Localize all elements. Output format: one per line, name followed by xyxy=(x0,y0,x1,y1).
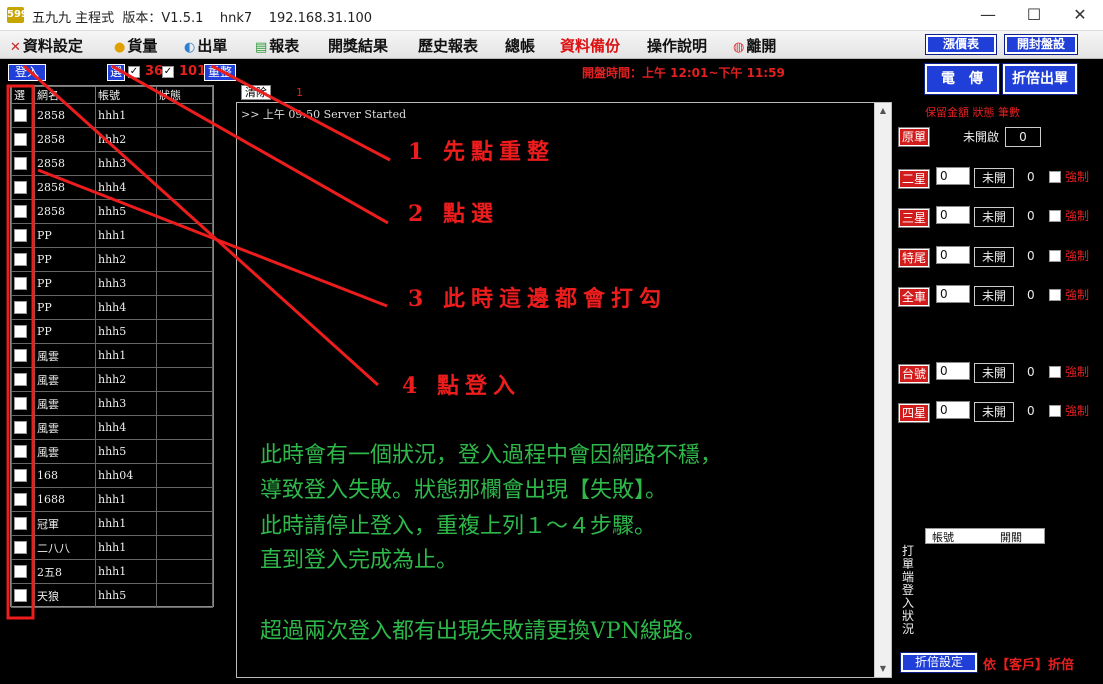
category-count: 0 xyxy=(1027,404,1035,418)
annotation-step4: 4 點登入 xyxy=(402,373,521,399)
note-line-2: 導致登入失敗。狀態那欄會出現【失敗】。 xyxy=(260,478,668,503)
mini-col-switch: 開關 xyxy=(1000,531,1022,544)
category-status: 未開 xyxy=(974,402,1014,422)
force-label: 強制 xyxy=(1065,404,1090,418)
category-count: 0 xyxy=(1027,365,1035,379)
category-amount-input[interactable]: 0 xyxy=(936,285,970,303)
annotation-step3: 3 此時這邊都會打勾 xyxy=(408,286,667,312)
category-count: 0 xyxy=(1027,209,1035,223)
transmit-button[interactable]: 電 傳 xyxy=(924,63,1000,95)
force-checkbox[interactable] xyxy=(1049,250,1061,262)
category-status: 未開 xyxy=(974,286,1014,306)
arrow-step2 xyxy=(111,64,389,225)
force-checkbox[interactable] xyxy=(1049,289,1061,301)
vertical-login-status-label: 打單端登入狀況 xyxy=(902,544,915,636)
pending-value: 0 xyxy=(1005,127,1041,147)
force-label: 強制 xyxy=(1065,365,1090,379)
force-label: 強制 xyxy=(1065,288,1090,302)
force-checkbox[interactable] xyxy=(1049,366,1061,378)
client-split-label: 依【客戶】折倍 xyxy=(983,658,1075,673)
arrow-step3 xyxy=(37,168,388,308)
category-button[interactable]: 四星 xyxy=(898,403,930,423)
force-checkbox[interactable] xyxy=(1049,171,1061,183)
split-settings-button[interactable]: 折倍設定 xyxy=(900,652,978,673)
original-order-button[interactable]: 原單 xyxy=(898,127,930,147)
annotation-step2: 2 點選 xyxy=(408,201,499,227)
category-amount-input[interactable]: 0 xyxy=(936,362,970,380)
note-line-3: 此時請停止登入，重複上列１～４步驟。 xyxy=(260,514,657,539)
force-checkbox[interactable] xyxy=(1049,210,1061,222)
category-status: 未開 xyxy=(974,247,1014,267)
split-order-button[interactable]: 折倍出單 xyxy=(1002,63,1078,95)
arrow-step4 xyxy=(22,64,380,387)
category-amount-input[interactable]: 0 xyxy=(936,167,970,185)
category-button[interactable]: 三星 xyxy=(898,208,930,228)
right-header-labels: 保留金額 狀態 筆數 xyxy=(925,106,1020,119)
category-amount-input[interactable]: 0 xyxy=(936,246,970,264)
category-status: 未開 xyxy=(974,168,1014,188)
category-status: 未開 xyxy=(974,363,1014,383)
note-line-5: 超過兩次登入都有出現失敗請更換VPN線路。 xyxy=(260,619,706,644)
mini-login-table: 帳號 開關 xyxy=(925,528,1045,544)
annotation-overlay xyxy=(6,64,391,620)
mini-col-account: 帳號 xyxy=(932,531,954,544)
category-button[interactable]: 二星 xyxy=(898,169,930,189)
arrow-step1 xyxy=(211,64,391,162)
force-label: 強制 xyxy=(1065,170,1090,184)
annotation-step1: 1 先點重整 xyxy=(408,139,555,165)
category-count: 0 xyxy=(1027,249,1035,263)
force-label: 強制 xyxy=(1065,249,1090,263)
note-line-4: 直到登入完成為止。 xyxy=(260,548,459,573)
category-status: 未開 xyxy=(974,207,1014,227)
category-button[interactable]: 台號 xyxy=(898,364,930,384)
category-count: 0 xyxy=(1027,170,1035,184)
category-amount-input[interactable]: 0 xyxy=(936,401,970,419)
checkbox-column-highlight xyxy=(6,84,35,620)
force-checkbox[interactable] xyxy=(1049,405,1061,417)
force-label: 強制 xyxy=(1065,209,1090,223)
category-button[interactable]: 特尾 xyxy=(898,248,930,268)
category-button[interactable]: 全車 xyxy=(898,287,930,307)
note-line-1: 此時會有一個狀況，登入過程中會因網路不穩， xyxy=(260,443,723,468)
category-amount-input[interactable]: 0 xyxy=(936,206,970,224)
pending-label: 未開啟 xyxy=(963,130,1000,144)
category-count: 0 xyxy=(1027,288,1035,302)
